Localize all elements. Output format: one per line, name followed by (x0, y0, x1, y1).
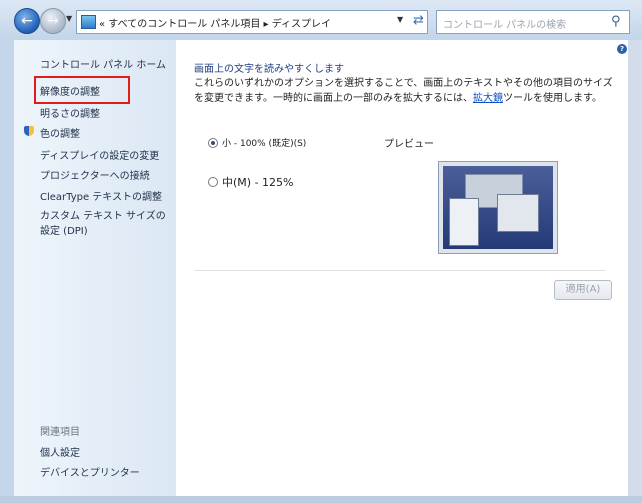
search-input[interactable]: コントロール パネルの検索 ⚲ (436, 10, 630, 34)
sidebar-item-cleartype[interactable]: ClearType テキストの調整 (40, 188, 162, 203)
option-medium[interactable]: 中(M) - 125% (208, 174, 293, 190)
sidebar: コントロール パネル ホーム 解像度の調整 明るさの調整 色の調整 ディスプレイ… (14, 40, 176, 496)
option-medium-label[interactable]: 中(M) - 125% (222, 174, 293, 190)
navigation-bar: ← → ▼ « すべてのコントロール パネル項目 ▸ ディスプレイ ▼ ⇄ コン… (0, 0, 642, 40)
help-icon[interactable]: ? (617, 44, 627, 54)
sidebar-item-devices[interactable]: デバイスとプリンター (40, 464, 140, 479)
back-arrow-icon[interactable]: ← (14, 8, 40, 34)
address-bar[interactable]: « すべてのコントロール パネル項目 ▸ ディスプレイ ▼ ⇄ (76, 10, 428, 34)
related-heading: 関連項目 (40, 427, 80, 438)
search-icon[interactable]: ⚲ (611, 14, 621, 29)
main-content: ? 画面上の文字を読みやすくします これらのいずれかのオプションを選択することで… (176, 40, 628, 496)
preview-label: プレビュー (384, 139, 434, 150)
window-border-bottom (0, 496, 642, 503)
sidebar-home-link[interactable]: コントロール パネル ホーム (40, 56, 166, 71)
sidebar-item-resolution[interactable]: 解像度の調整 (40, 83, 100, 98)
option-small-label[interactable]: 小 - 100% (既定)(S) (222, 136, 306, 149)
window-border-right (628, 40, 642, 496)
sidebar-item-personalize[interactable]: 個人設定 (40, 444, 80, 459)
preview-window-icon (449, 198, 479, 246)
preview-image (438, 161, 558, 254)
radio-medium-icon[interactable] (208, 177, 218, 187)
control-panel-icon (81, 15, 96, 29)
option-small[interactable]: 小 - 100% (既定)(S) (208, 136, 306, 149)
forward-arrow-icon[interactable]: → (40, 8, 66, 34)
description: これらのいずれかのオプションを選択することで、画面上のテキストやその他の項目のサ… (194, 76, 619, 106)
shield-icon (24, 126, 34, 136)
divider (194, 270, 606, 271)
sidebar-item-custom-dpi[interactable]: カスタム テキスト サイズの設定 (DPI) (40, 209, 170, 239)
radio-small-icon[interactable] (208, 137, 218, 148)
magnifier-link[interactable]: 拡大鏡 (473, 93, 503, 104)
sidebar-item-color[interactable]: 色の調整 (40, 125, 80, 140)
window-border (0, 40, 14, 496)
sidebar-item-projector[interactable]: プロジェクターへの接続 (40, 167, 150, 182)
sidebar-item-display-settings[interactable]: ディスプレイの設定の変更 (40, 147, 159, 162)
address-dropdown-icon[interactable]: ▼ (397, 15, 403, 24)
history-dropdown-icon[interactable]: ▼ (66, 14, 72, 23)
page-title: 画面上の文字を読みやすくします (194, 64, 344, 75)
sidebar-item-brightness[interactable]: 明るさの調整 (40, 105, 100, 120)
preview-desktop (443, 166, 553, 249)
search-placeholder: コントロール パネルの検索 (443, 20, 567, 31)
description-text-end: ツールを使用します。 (503, 93, 602, 104)
preview-window-icon (497, 194, 539, 232)
apply-button[interactable]: 適用(A) (554, 280, 612, 300)
refresh-icon[interactable]: ⇄ (413, 13, 424, 28)
breadcrumb[interactable]: « すべてのコントロール パネル項目 ▸ ディスプレイ (99, 15, 331, 30)
